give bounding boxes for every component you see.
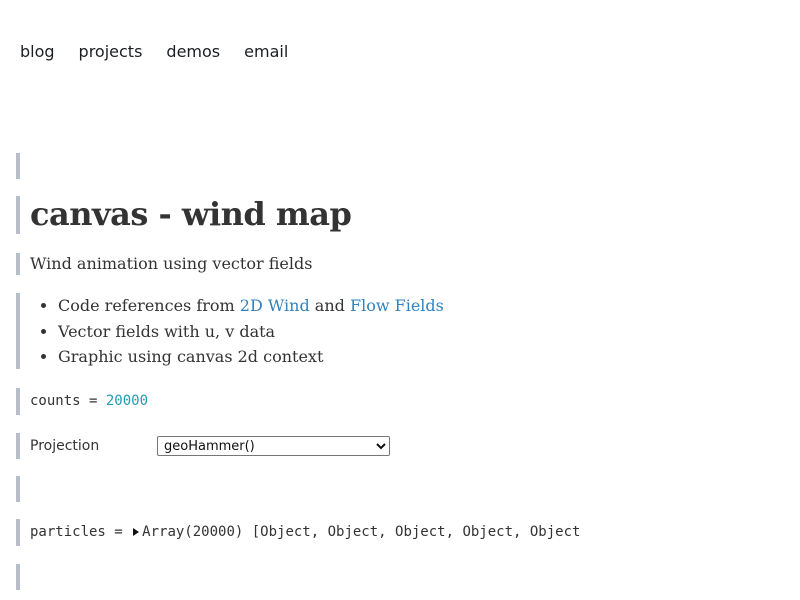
list-item: Code references from 2D Wind and Flow Fi… — [58, 293, 444, 319]
counts-cell[interactable]: counts = 20000 — [16, 388, 148, 415]
page-title: canvas - wind map — [30, 195, 352, 233]
nav-email-link[interactable]: email — [244, 42, 288, 61]
nav-blog-link[interactable]: blog — [20, 42, 55, 61]
list-item: Vector fields with u, v data — [58, 319, 444, 345]
2d-wind-link[interactable]: 2D Wind — [240, 296, 310, 315]
page-subtitle: Wind animation using vector fields — [30, 254, 313, 273]
subtitle-cell[interactable]: Wind animation using vector fields — [16, 253, 312, 275]
list-item: Graphic using canvas 2d context — [58, 344, 444, 370]
counts-value: 20000 — [105, 393, 149, 409]
projection-cell[interactable]: Projection geoHammer() — [16, 433, 390, 459]
particles-variable: particles — [30, 524, 106, 540]
nav-demos-link[interactable]: demos — [166, 42, 220, 61]
empty-cell[interactable] — [16, 564, 30, 590]
counts-variable: counts — [30, 393, 81, 409]
top-nav: blog projects demos email — [20, 42, 288, 61]
particles-cell[interactable]: particles = Array(20000) [Object, Object… — [16, 519, 580, 546]
feature-list: Code references from 2D Wind and Flow Fi… — [30, 293, 444, 370]
nav-projects-link[interactable]: projects — [79, 42, 143, 61]
particles-array-summary: Array(20000) [Object, Object, Object, Ob… — [142, 524, 581, 540]
empty-cell[interactable] — [16, 476, 30, 502]
empty-cell[interactable] — [16, 153, 30, 179]
projection-select[interactable]: geoHammer() — [157, 436, 390, 456]
expand-triangle-icon[interactable] — [133, 528, 140, 536]
flow-fields-link[interactable]: Flow Fields — [350, 296, 444, 315]
title-cell[interactable]: canvas - wind map — [16, 195, 352, 234]
bullets-cell[interactable]: Code references from 2D Wind and Flow Fi… — [16, 293, 444, 369]
projection-label: Projection — [30, 438, 100, 454]
